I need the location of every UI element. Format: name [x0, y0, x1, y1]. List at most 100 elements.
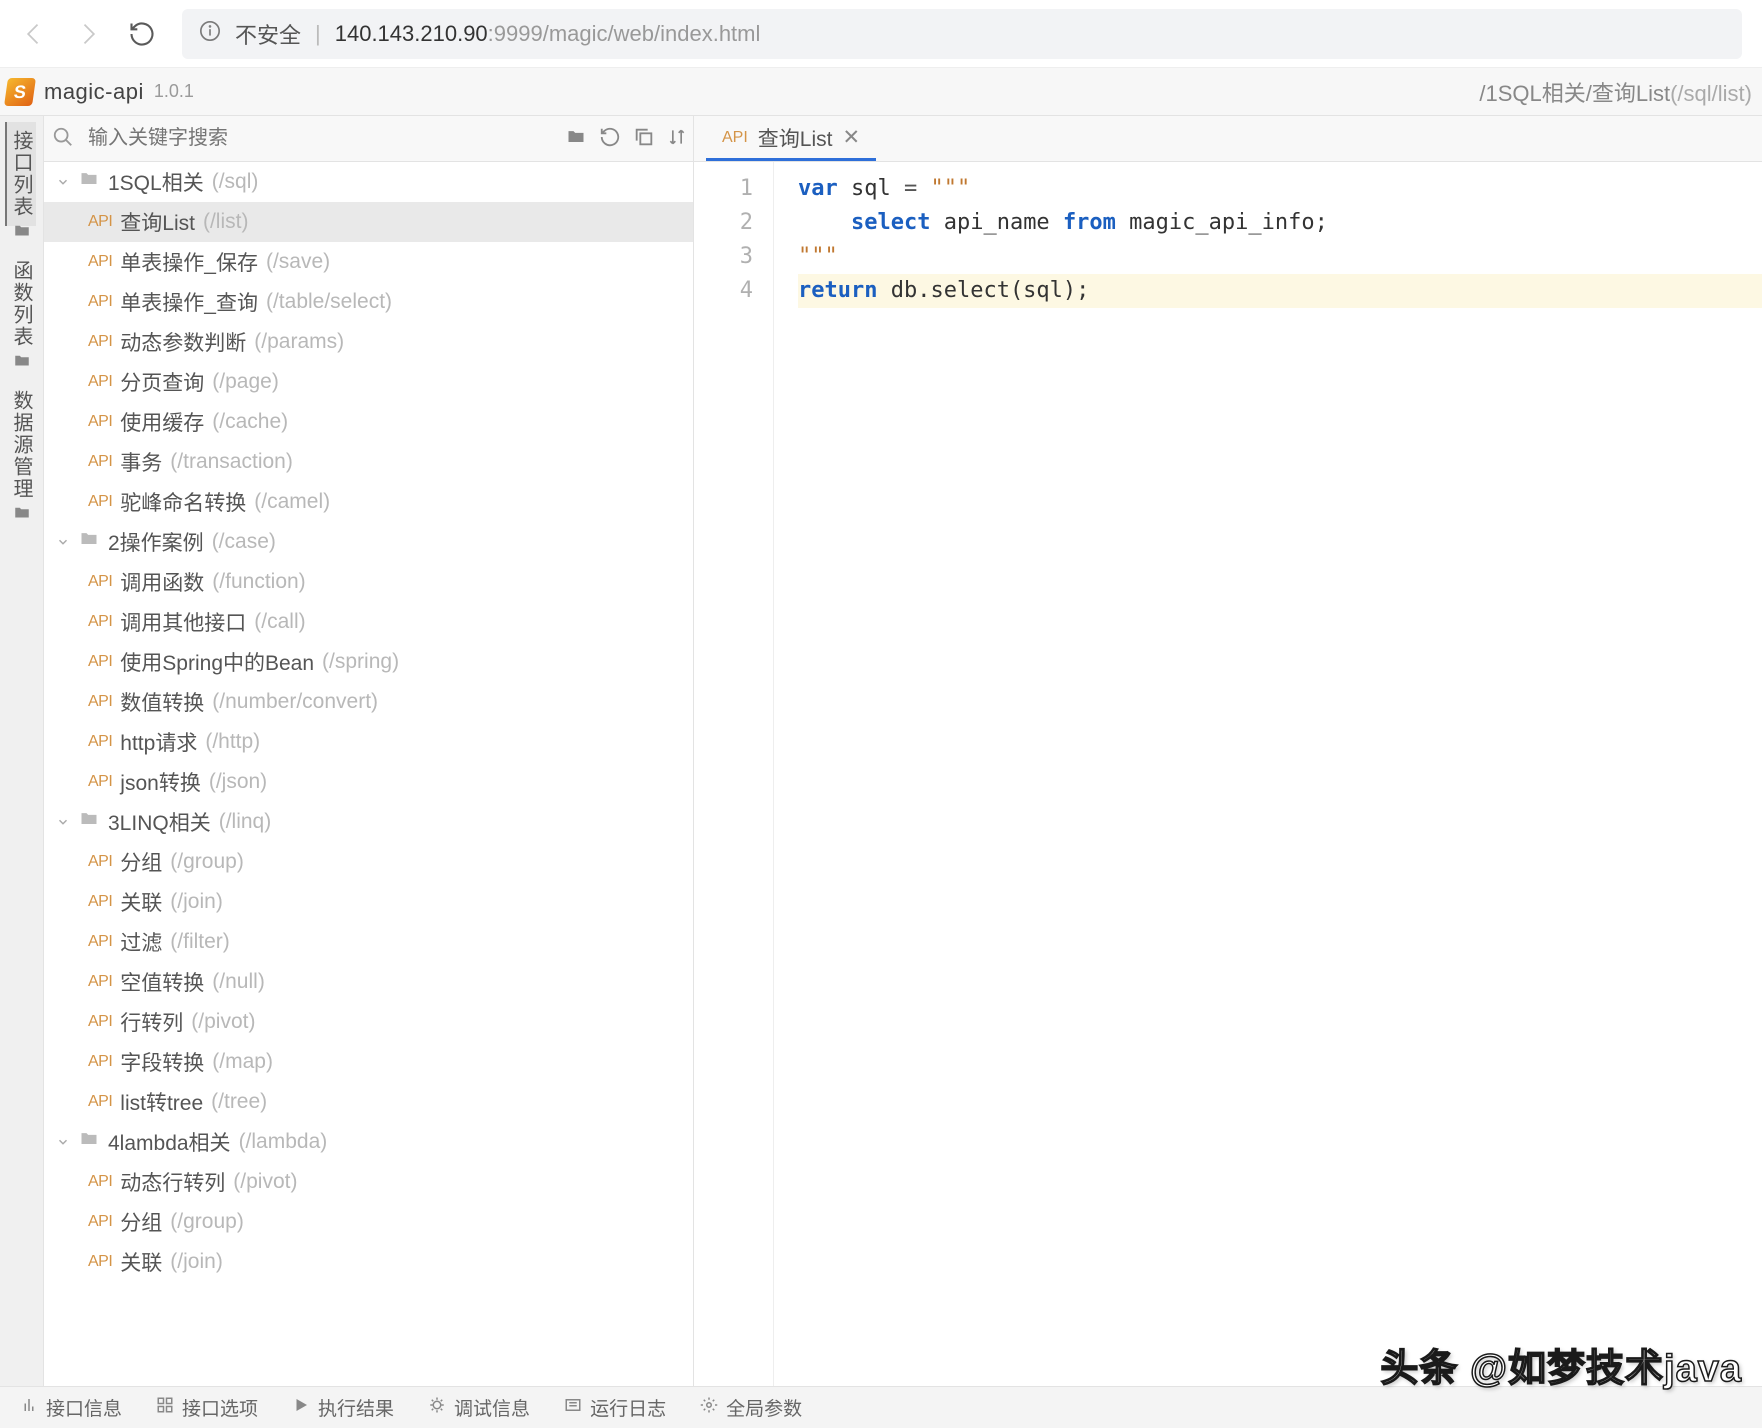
tree-item[interactable]: API 字段转换(/map) — [44, 1042, 693, 1082]
api-tag: API — [88, 493, 112, 511]
editor-tab[interactable]: API 查询List ✕ — [706, 117, 876, 161]
url-input[interactable]: 不安全 | 140.143.210.90:9999/magic/web/inde… — [182, 9, 1742, 59]
group-name: 4lambda相关 — [108, 1127, 231, 1157]
item-name: 调用其他接口 — [120, 607, 246, 637]
tree-item[interactable]: API 事务(/transaction) — [44, 442, 693, 482]
tree-item[interactable]: API 调用其他接口(/call) — [44, 602, 693, 642]
editor-tabs: API 查询List ✕ — [694, 116, 1762, 162]
code-content[interactable]: var sql = """ select api_name from magic… — [774, 162, 1762, 1386]
tree-item[interactable]: API 行转列(/pivot) — [44, 1002, 693, 1042]
bottom-tab-label: 执行结果 — [318, 1394, 394, 1421]
api-tag: API — [88, 333, 112, 351]
tree-item[interactable]: API 数值转换(/number/convert) — [44, 682, 693, 722]
refresh-icon[interactable] — [128, 20, 156, 48]
bottom-tab-label: 接口选项 — [182, 1394, 258, 1421]
bottom-tab-label: 全局参数 — [726, 1394, 802, 1421]
group-name: 1SQL相关 — [108, 167, 204, 197]
bottom-tab-iface[interactable]: 接口信息 — [20, 1394, 122, 1421]
folder-icon — [78, 529, 100, 555]
tree-item[interactable]: API 空值转换 (/null) — [44, 962, 693, 1002]
rail-item[interactable]: 接口列表 — [5, 122, 36, 226]
folder-icon — [78, 809, 100, 835]
item-path: (/json) — [209, 770, 267, 794]
tree-item[interactable]: API 单表操作_保存(/save) — [44, 242, 693, 282]
tree-item[interactable]: API 调用函数(/function) — [44, 562, 693, 602]
explorer-panel: 1SQL相关(/sql)API 查询List(/list)API 单表操作_保存… — [44, 116, 694, 1386]
tree-group[interactable]: 2操作案例(/case) — [44, 522, 693, 562]
group-name: 2操作案例 — [108, 527, 204, 557]
grid-icon — [156, 1396, 174, 1420]
tree-group[interactable]: 1SQL相关(/sql) — [44, 162, 693, 202]
api-tag: API — [88, 853, 112, 871]
item-path: (/group) — [170, 1210, 244, 1234]
editor-panel: API 查询List ✕ 1234 var sql = """ select a… — [694, 116, 1762, 1386]
tree-item[interactable]: API list转tree(/tree) — [44, 1082, 693, 1122]
rail-item[interactable]: 函数列表 — [7, 252, 36, 356]
item-path: (/params) — [254, 330, 344, 354]
tree-item[interactable]: API 分组(/group) — [44, 1202, 693, 1242]
close-icon[interactable]: ✕ — [842, 125, 860, 150]
code-editor[interactable]: 1234 var sql = """ select api_name from … — [694, 162, 1762, 1386]
item-name: 字段转换 — [120, 1047, 204, 1077]
chevron-down-icon — [56, 535, 70, 549]
item-path: (/null) — [212, 970, 265, 994]
item-path: (/map) — [212, 1050, 273, 1074]
item-path: (/filter) — [170, 930, 230, 954]
item-name: 事务 — [120, 447, 162, 477]
tree-item[interactable]: API http请求(/http) — [44, 722, 693, 762]
item-name: 动态参数判断 — [120, 327, 246, 357]
play-icon — [292, 1396, 310, 1420]
tree-group[interactable]: 4lambda相关(/lambda) — [44, 1122, 693, 1162]
tree-item[interactable]: API 分组(/group) — [44, 842, 693, 882]
api-tag: API — [88, 1253, 112, 1271]
api-tree[interactable]: 1SQL相关(/sql)API 查询List(/list)API 单表操作_保存… — [44, 162, 693, 1386]
tree-item[interactable]: API 使用缓存(/cache) — [44, 402, 693, 442]
site-info-icon[interactable] — [199, 20, 221, 48]
tree-item[interactable]: API json转换(/json) — [44, 762, 693, 802]
api-tag: API — [88, 413, 112, 431]
tree-search-input[interactable] — [82, 127, 559, 150]
tree-item[interactable]: API 使用Spring中的Bean(/spring) — [44, 642, 693, 682]
refresh-tree-icon[interactable] — [599, 126, 621, 151]
tree-item[interactable]: API 驼峰命名转换(/camel) — [44, 482, 693, 522]
rail-item[interactable]: 数据源管理 — [7, 382, 36, 508]
item-path: (/pivot) — [233, 1170, 297, 1194]
bottom-tab-log[interactable]: 运行日志 — [564, 1394, 666, 1421]
new-folder-icon[interactable] — [565, 127, 587, 150]
group-path: (/linq) — [219, 810, 272, 834]
item-path: (/transaction) — [170, 450, 293, 474]
api-tag: API — [88, 973, 112, 991]
nav-forward-icon[interactable] — [74, 20, 102, 48]
item-path: (/save) — [266, 250, 330, 274]
folder-icon — [78, 1129, 100, 1155]
item-path: (/tree) — [211, 1090, 267, 1114]
api-tag: API — [88, 933, 112, 951]
item-path: (/join) — [170, 1250, 223, 1274]
tree-group[interactable]: 3LINQ相关(/linq) — [44, 802, 693, 842]
bottom-tab-play[interactable]: 执行结果 — [292, 1394, 394, 1421]
tree-item[interactable]: API 单表操作_查询(/table/select) — [44, 282, 693, 322]
tree-item[interactable]: API 关联(/join) — [44, 882, 693, 922]
bottom-tab-gear[interactable]: 全局参数 — [700, 1394, 802, 1421]
folder-icon — [12, 504, 32, 528]
bottom-toolbar: 接口信息 接口选项 执行结果 调试信息 运行日志 全局参数 — [0, 1386, 1762, 1428]
browser-address-bar: 不安全 | 140.143.210.90:9999/magic/web/inde… — [0, 0, 1762, 68]
tree-item[interactable]: API 动态行转列(/pivot) — [44, 1162, 693, 1202]
tree-item[interactable]: API 过滤(/filter) — [44, 922, 693, 962]
item-name: 分组 — [120, 1207, 162, 1237]
tree-item[interactable]: API 分页查询(/page) — [44, 362, 693, 402]
gear-icon — [700, 1396, 718, 1420]
folder-icon — [78, 169, 100, 195]
bottom-tab-bug[interactable]: 调试信息 — [428, 1394, 530, 1421]
tree-item[interactable]: API 查询List(/list) — [44, 202, 693, 242]
nav-back-icon[interactable] — [20, 20, 48, 48]
item-name: 空值转换 — [120, 967, 204, 997]
tree-item[interactable]: API 关联(/join) — [44, 1242, 693, 1282]
item-path: (/pivot) — [191, 1010, 255, 1034]
copy-icon[interactable] — [633, 126, 655, 151]
sort-icon[interactable] — [667, 126, 687, 151]
tree-item[interactable]: API 动态参数判断 (/params) — [44, 322, 693, 362]
item-name: 行转列 — [120, 1007, 183, 1037]
bottom-tab-grid[interactable]: 接口选项 — [156, 1394, 258, 1421]
item-name: json转换 — [120, 767, 201, 797]
